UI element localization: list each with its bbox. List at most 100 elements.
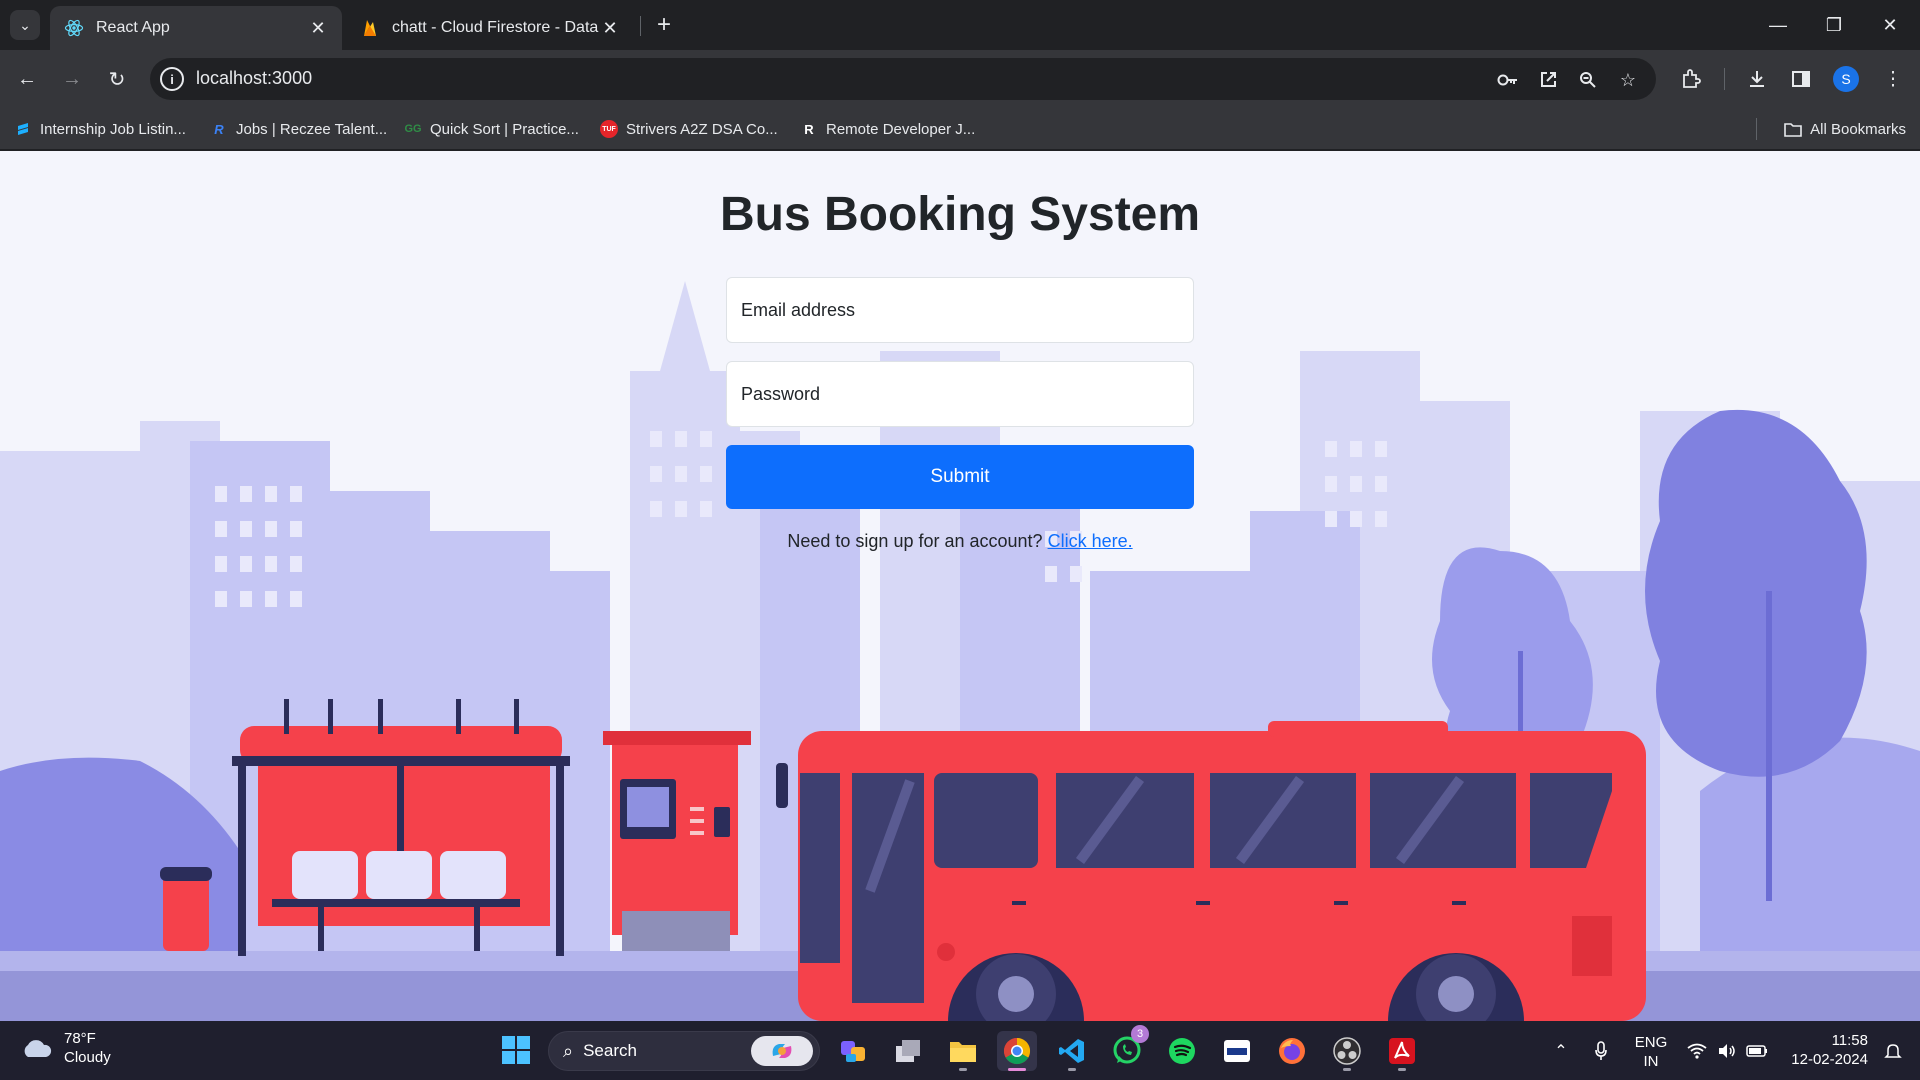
- tab-search-button[interactable]: ⌄: [10, 10, 40, 40]
- all-bookmarks-label: All Bookmarks: [1810, 120, 1906, 138]
- restore-button[interactable]: ❐: [1806, 0, 1862, 50]
- acrobat-icon: [1389, 1038, 1415, 1064]
- page-title: Bus Booking System: [719, 188, 1201, 241]
- url-text[interactable]: localhost:3000: [196, 68, 312, 89]
- taskbar-app-chrome[interactable]: [997, 1031, 1037, 1071]
- restore-icon: ❐: [1825, 14, 1843, 35]
- remote-icon: R: [804, 121, 814, 137]
- folder-icon: [950, 1042, 976, 1062]
- close-icon[interactable]: ✕: [308, 18, 328, 38]
- key-icon[interactable]: [1494, 66, 1522, 94]
- running-indicator: [959, 1068, 967, 1071]
- taskbar-app-acrobat[interactable]: [1382, 1031, 1422, 1071]
- tab-react-app[interactable]: React App ✕: [50, 6, 342, 50]
- arrow-left-icon: ←: [17, 67, 37, 90]
- signup-text: Need to sign up for an account?: [787, 531, 1043, 551]
- taskbar: 78°F Cloudy ⌕ Search 3 ⌃ ENG IN 11:58 12…: [0, 1021, 1920, 1080]
- submit-button[interactable]: Submit: [726, 445, 1194, 509]
- taskbar-app-taskview[interactable]: [888, 1031, 928, 1071]
- windows-icon: [502, 1036, 515, 1049]
- chevron-up-icon: ⌃: [1554, 1042, 1568, 1060]
- microphone-icon[interactable]: [1588, 1021, 1614, 1080]
- unstop-icon: [1224, 1040, 1250, 1062]
- reload-button[interactable]: ↻: [100, 62, 134, 96]
- bookmarks-bar: Internship Job Listin... R Jobs | Reczee…: [0, 108, 1920, 150]
- bus-shelter: [232, 699, 570, 956]
- back-button[interactable]: ←: [10, 62, 44, 96]
- bookmark-internship[interactable]: Internship Job Listin...: [14, 116, 186, 142]
- react-icon: [64, 18, 84, 38]
- tab-title: React App: [96, 19, 170, 36]
- weather-desc: Cloudy: [64, 1049, 111, 1066]
- menu-icon[interactable]: ⋮: [1876, 62, 1910, 96]
- close-icon[interactable]: ✕: [600, 18, 620, 38]
- bus: [776, 721, 1646, 1021]
- taskbar-app-obs[interactable]: [1327, 1031, 1367, 1071]
- clock-time: 11:58: [1831, 1032, 1868, 1049]
- task-view-icon: [896, 1040, 920, 1062]
- minimize-button[interactable]: —: [1750, 0, 1806, 50]
- weather-temp: 78°F: [64, 1030, 96, 1047]
- extensions-icon[interactable]: [1674, 62, 1708, 96]
- taskbar-app-unstop[interactable]: [1217, 1031, 1257, 1071]
- designer-icon: [841, 1041, 865, 1062]
- profile-avatar[interactable]: S: [1833, 66, 1859, 92]
- language-label: ENG: [1634, 1034, 1668, 1051]
- star-icon[interactable]: ☆: [1614, 66, 1642, 94]
- signup-prompt: Need to sign up for an account? Click he…: [726, 531, 1194, 552]
- system-clock[interactable]: 11:58 12-02-2024: [1786, 1031, 1868, 1069]
- new-tab-button[interactable]: +: [650, 10, 678, 40]
- address-bar[interactable]: i localhost:3000 ☆: [150, 58, 1656, 100]
- download-icon[interactable]: [1740, 62, 1774, 96]
- taskbar-app-explorer[interactable]: [943, 1031, 983, 1071]
- all-bookmarks-button[interactable]: All Bookmarks: [1784, 116, 1906, 142]
- taskbar-app-designer[interactable]: [833, 1031, 873, 1071]
- close-window-button[interactable]: ✕: [1862, 0, 1918, 50]
- volume-icon[interactable]: [1714, 1021, 1740, 1080]
- firebase-icon: [360, 18, 380, 38]
- start-button[interactable]: [502, 1036, 530, 1064]
- taskbar-app-vscode[interactable]: [1052, 1031, 1092, 1071]
- bookmark-strivers[interactable]: TUF Strivers A2Z DSA Co...: [600, 116, 778, 142]
- clock-date: 12-02-2024: [1791, 1051, 1868, 1068]
- password-field[interactable]: [726, 361, 1194, 427]
- site-info-icon[interactable]: i: [160, 67, 184, 91]
- spotify-icon: [1169, 1038, 1195, 1064]
- bookmark-quicksort[interactable]: GG Quick Sort | Practice...: [404, 116, 579, 142]
- email-field[interactable]: [726, 277, 1194, 343]
- weather-widget[interactable]: 78°F Cloudy: [20, 1029, 111, 1067]
- running-indicator: [1068, 1068, 1076, 1071]
- toolbar-divider: [1724, 68, 1725, 90]
- taskbar-app-spotify[interactable]: [1162, 1031, 1202, 1071]
- show-hidden-icons[interactable]: ⌃: [1548, 1021, 1574, 1080]
- bookmark-label: Strivers A2Z DSA Co...: [626, 120, 778, 138]
- language-indicator[interactable]: ENG IN: [1634, 1033, 1668, 1071]
- tab-firestore[interactable]: chatt - Cloud Firestore - Data - ✕: [346, 6, 634, 50]
- bookmark-label: Jobs | Reczee Talent...: [236, 120, 388, 138]
- signup-link[interactable]: Click here.: [1048, 531, 1133, 551]
- page-viewport: Bus Booking System Submit Need to sign u…: [0, 151, 1920, 1021]
- tab-strip: ⌄ React App ✕ chatt - Cloud Firestore - …: [0, 0, 1920, 50]
- tab-divider: [640, 16, 641, 36]
- open-in-app-icon[interactable]: [1534, 66, 1562, 94]
- running-indicator: [1398, 1068, 1406, 1071]
- tab-title: chatt - Cloud Firestore - Data -: [392, 19, 600, 36]
- forward-button[interactable]: →: [55, 62, 89, 96]
- zoom-icon[interactable]: [1574, 66, 1602, 94]
- side-panel-icon[interactable]: [1784, 62, 1818, 96]
- copilot-icon[interactable]: [751, 1036, 813, 1066]
- running-indicator: [1343, 1068, 1351, 1071]
- chrome-icon: [1003, 1037, 1031, 1065]
- taskbar-search[interactable]: ⌕ Search: [548, 1031, 820, 1071]
- bookmark-favicon-icon: [14, 120, 32, 138]
- close-icon: ✕: [1882, 14, 1898, 35]
- reczee-icon: R: [214, 121, 224, 137]
- wifi-icon[interactable]: [1684, 1021, 1710, 1080]
- chevron-down-icon: ⌄: [19, 16, 31, 33]
- taskbar-app-whatsapp[interactable]: 3: [1107, 1025, 1149, 1071]
- bookmark-reczee[interactable]: R Jobs | Reczee Talent...: [210, 116, 387, 142]
- notifications-icon[interactable]: [1880, 1021, 1906, 1080]
- taskbar-app-firefox[interactable]: [1272, 1031, 1312, 1071]
- battery-icon[interactable]: [1744, 1021, 1770, 1080]
- bookmark-remote[interactable]: R Remote Developer J...: [800, 116, 975, 142]
